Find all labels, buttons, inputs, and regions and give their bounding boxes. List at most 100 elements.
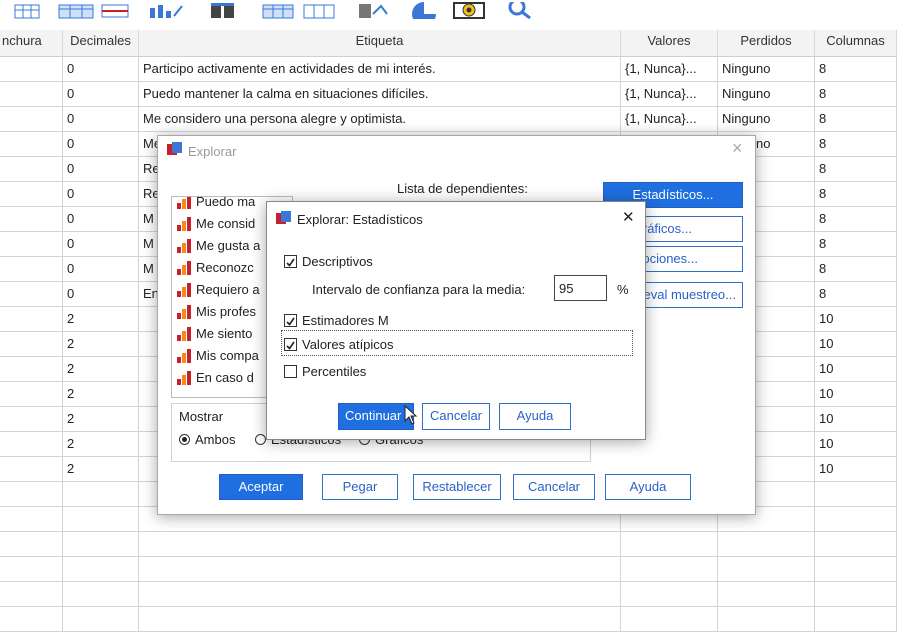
pie-icon[interactable] [408, 2, 440, 19]
table-row[interactable] [0, 606, 897, 632]
cancelar-button[interactable]: Cancelar [513, 474, 595, 500]
valores-atipicos-checkbox[interactable] [284, 338, 297, 351]
continuar-button[interactable]: Continuar [338, 403, 414, 430]
header-valores[interactable]: Valores [621, 30, 718, 56]
table-cell-decimales[interactable]: 0 [63, 131, 139, 156]
split-icon[interactable] [100, 2, 130, 19]
table-cell-columnas[interactable]: 8 [815, 81, 897, 106]
table-cell-perdidos[interactable] [718, 581, 815, 606]
table-icon[interactable] [262, 2, 294, 19]
data-view-icon[interactable] [58, 2, 94, 19]
table-cell-decimales[interactable]: 0 [63, 81, 139, 106]
table-cell-perdidos[interactable]: Ninguno [718, 81, 815, 106]
table-cell-anchura[interactable] [0, 306, 63, 331]
table-cell-columnas[interactable] [815, 506, 897, 531]
table-cell-anchura[interactable] [0, 531, 63, 556]
estimadores-checkbox[interactable] [284, 314, 297, 327]
table-cell-columnas[interactable]: 8 [815, 231, 897, 256]
table-cell-anchura[interactable] [0, 556, 63, 581]
table-cell-perdidos[interactable] [718, 556, 815, 581]
table-cell-anchura[interactable] [0, 81, 63, 106]
table-cell-anchura[interactable] [0, 156, 63, 181]
table-cell-columnas[interactable] [815, 606, 897, 631]
table-cell-columnas[interactable]: 8 [815, 256, 897, 281]
ayuda-button[interactable]: Ayuda [605, 474, 691, 500]
table-cell-perdidos[interactable] [718, 531, 815, 556]
table-cell-anchura[interactable] [0, 431, 63, 456]
table-cell-anchura[interactable] [0, 231, 63, 256]
table-cell-columnas[interactable]: 8 [815, 131, 897, 156]
table-cell-columnas[interactable]: 10 [815, 381, 897, 406]
radio-ambos[interactable] [179, 434, 190, 445]
table-cell-etiqueta[interactable]: Me considero una persona alegre y optimi… [139, 106, 621, 131]
estadisticos-close-icon[interactable]: ✕ [622, 208, 635, 226]
table-cell-decimales[interactable]: 2 [63, 406, 139, 431]
table-cell-anchura[interactable] [0, 181, 63, 206]
header-perdidos[interactable]: Perdidos [718, 30, 815, 56]
table-row[interactable]: 0 Participo activamente en actividades de… [0, 56, 897, 82]
table-cell-decimales[interactable]: 2 [63, 431, 139, 456]
table-cell-decimales[interactable]: 0 [63, 206, 139, 231]
table-cell-decimales[interactable] [63, 556, 139, 581]
descriptivos-checkbox[interactable] [284, 255, 297, 268]
radio-estadisticos[interactable] [255, 434, 266, 445]
restablecer-button[interactable]: Restablecer [413, 474, 501, 500]
header-decimales[interactable]: Decimales [63, 30, 139, 56]
table-cell-anchura[interactable] [0, 206, 63, 231]
table-cell-anchura[interactable] [0, 281, 63, 306]
table-cell-etiqueta[interactable] [139, 606, 621, 631]
table-cell-anchura[interactable] [0, 481, 63, 506]
table-row[interactable] [0, 556, 897, 582]
table-cell-valores[interactable] [621, 556, 718, 581]
header-columnas[interactable]: Columnas [815, 30, 897, 56]
explorar-close-icon[interactable]: × [732, 138, 743, 159]
percentiles-checkbox[interactable] [284, 365, 297, 378]
table-cell-columnas[interactable] [815, 581, 897, 606]
table-cell-columnas[interactable]: 10 [815, 331, 897, 356]
table-row[interactable]: 0 Puedo mantener la calma en situaciones … [0, 81, 897, 107]
table-cell-columnas[interactable] [815, 556, 897, 581]
table-cell-anchura[interactable] [0, 56, 63, 81]
table-cell-anchura[interactable] [0, 381, 63, 406]
table-cell-anchura[interactable] [0, 406, 63, 431]
table-cell-decimales[interactable] [63, 531, 139, 556]
table-cell-anchura[interactable] [0, 256, 63, 281]
table-cell-decimales[interactable] [63, 506, 139, 531]
columns-icon[interactable] [303, 2, 335, 19]
table-cell-columnas[interactable] [815, 481, 897, 506]
table-cell-columnas[interactable]: 8 [815, 156, 897, 181]
pegar-button[interactable]: Pegar [322, 474, 398, 500]
table-cell-columnas[interactable]: 8 [815, 206, 897, 231]
table-cell-columnas[interactable]: 10 [815, 356, 897, 381]
select-cases-icon[interactable] [357, 2, 389, 19]
table-cell-columnas[interactable]: 10 [815, 431, 897, 456]
table-cell-decimales[interactable]: 0 [63, 231, 139, 256]
intervalo-input[interactable]: 95 [554, 275, 607, 301]
table-cell-valores[interactable]: {1, Nunca}... [621, 56, 718, 81]
aceptar-button[interactable]: Aceptar [219, 474, 303, 500]
table-cell-decimales[interactable]: 2 [63, 381, 139, 406]
estadisticos-cancelar-button[interactable]: Cancelar [422, 403, 490, 430]
chart-icon[interactable] [146, 2, 186, 19]
table-cell-anchura[interactable] [0, 456, 63, 481]
table-cell-valores[interactable] [621, 581, 718, 606]
table-cell-decimales[interactable]: 2 [63, 331, 139, 356]
table-cell-anchura[interactable] [0, 581, 63, 606]
table-cell-etiqueta[interactable]: Participo activamente en actividades de … [139, 56, 621, 81]
header-anchura[interactable]: nchura [0, 30, 63, 56]
table-cell-valores[interactable]: {1, Nunca}... [621, 81, 718, 106]
table-cell-decimales[interactable]: 0 [63, 281, 139, 306]
header-etiqueta[interactable]: Etiqueta [139, 30, 621, 56]
search-icon[interactable] [506, 2, 536, 19]
table-cell-columnas[interactable] [815, 531, 897, 556]
table-cell-perdidos[interactable] [718, 606, 815, 631]
spotlight-icon[interactable] [452, 2, 486, 19]
grid-icon[interactable] [14, 2, 40, 19]
table-cell-anchura[interactable] [0, 606, 63, 631]
table-cell-columnas[interactable]: 8 [815, 56, 897, 81]
table-cell-anchura[interactable] [0, 506, 63, 531]
table-cell-columnas[interactable]: 10 [815, 406, 897, 431]
table-cell-decimales[interactable]: 0 [63, 106, 139, 131]
table-cell-etiqueta[interactable] [139, 581, 621, 606]
table-cell-columnas[interactable]: 10 [815, 306, 897, 331]
